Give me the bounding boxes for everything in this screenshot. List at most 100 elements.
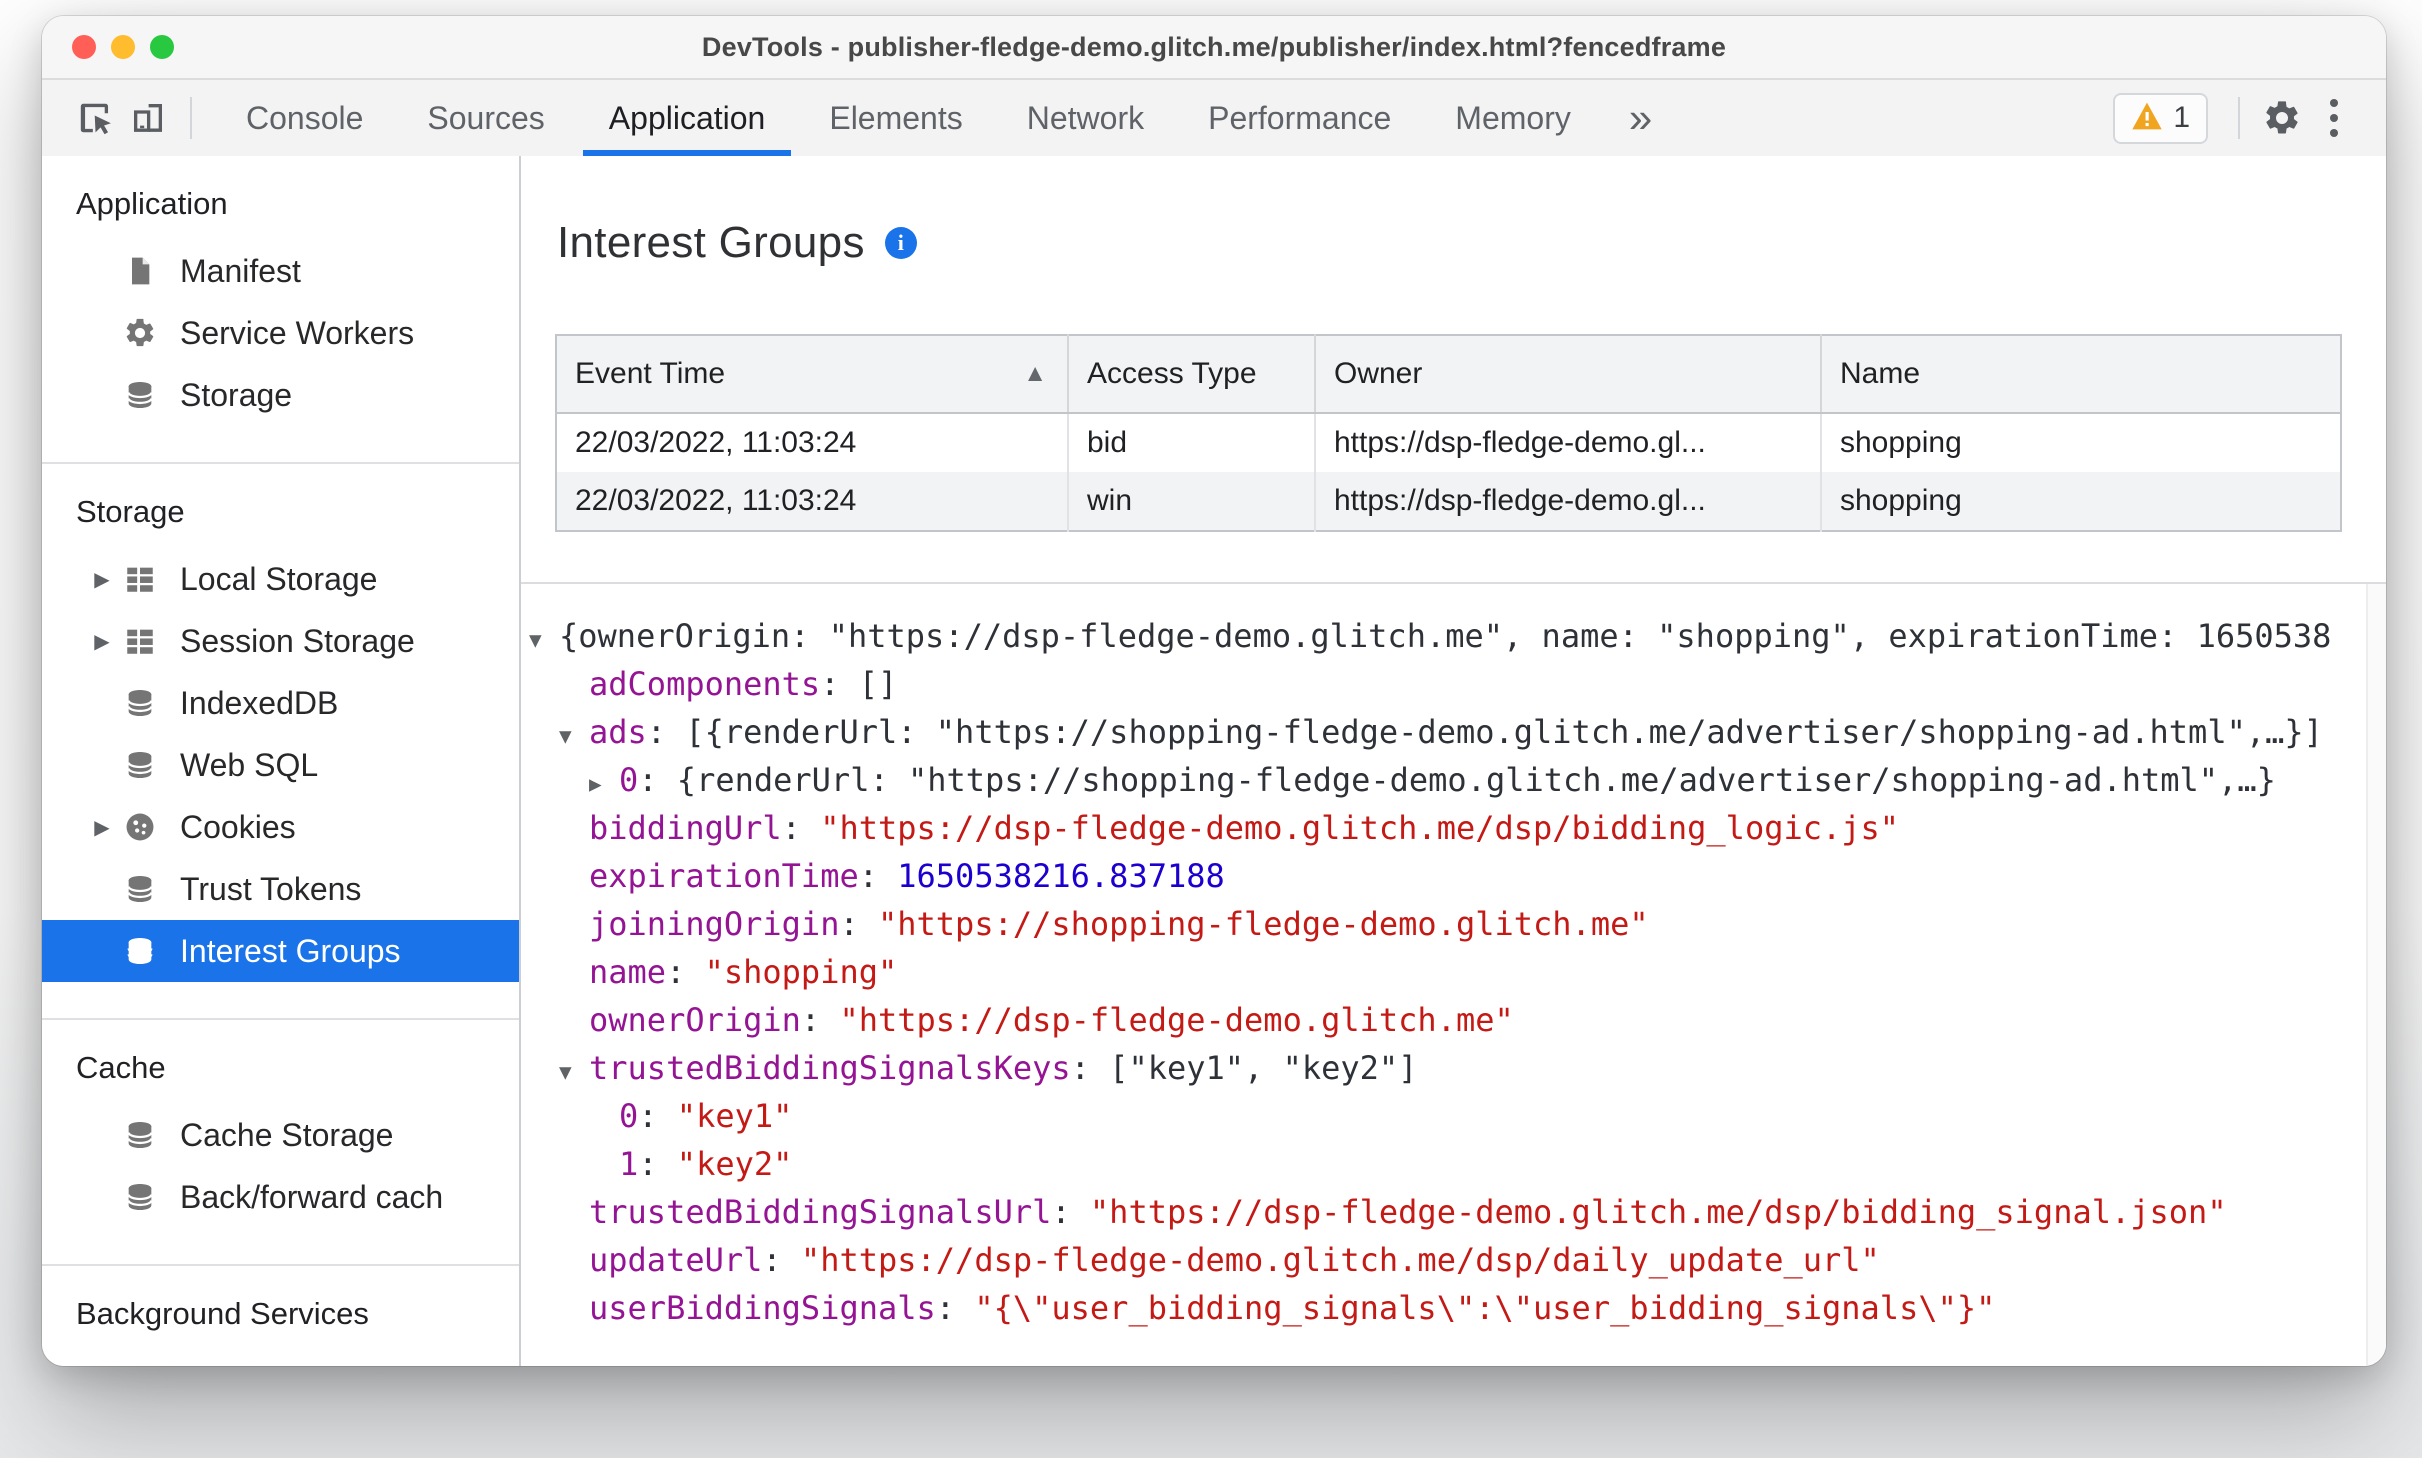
sidebar-section-background-services: Background Services Background Fetch bbox=[42, 1266, 519, 1366]
tree-row[interactable]: 0: "key1" bbox=[529, 1092, 2366, 1140]
tree-row[interactable]: updateUrl: "https://dsp-fledge-demo.glit… bbox=[529, 1236, 2366, 1284]
tab-network[interactable]: Network bbox=[995, 80, 1176, 156]
collapse-icon[interactable]: ▼ bbox=[559, 1048, 589, 1092]
tree-row[interactable]: ownerOrigin: "https://dsp-fledge-demo.gl… bbox=[529, 996, 2366, 1044]
tree-row[interactable]: name: "shopping" bbox=[529, 948, 2366, 996]
tree-text: : bbox=[638, 1145, 677, 1183]
tree-key: trustedBiddingSignalsUrl bbox=[589, 1193, 1052, 1231]
tree-row[interactable]: userBiddingSignals: "{\"user_bidding_sig… bbox=[529, 1284, 2366, 1332]
settings-gear-icon[interactable] bbox=[2256, 90, 2308, 146]
sidebar-section-title: Storage bbox=[76, 494, 185, 529]
sidebar-item-label: Session Storage bbox=[180, 622, 415, 659]
database-icon bbox=[122, 871, 158, 907]
tree-row[interactable]: biddingUrl: "https://dsp-fledge-demo.gli… bbox=[529, 804, 2366, 852]
cell-access-type: bid bbox=[1068, 413, 1316, 472]
table-row[interactable]: 22/03/2022, 11:03:24 win https://dsp-fledg… bbox=[556, 472, 2341, 531]
inspect-element-icon[interactable] bbox=[70, 90, 122, 146]
minimize-window-button[interactable] bbox=[111, 35, 135, 59]
sidebar-item-local-storage[interactable]: ▶ Local Storage bbox=[42, 548, 519, 610]
expand-arrow-icon[interactable]: ▶ bbox=[82, 567, 122, 592]
issues-badge[interactable]: 1 bbox=[2113, 92, 2208, 144]
expand-icon[interactable]: ▶ bbox=[589, 760, 619, 804]
tree-row[interactable]: ▶ 0: {renderUrl: "https://shopping-fledge… bbox=[529, 756, 2366, 804]
tab-elements[interactable]: Elements bbox=[797, 80, 994, 156]
tree-key: trustedBiddingSignalsKeys bbox=[589, 1049, 1071, 1087]
tree-value: "https://dsp-fledge-demo.glitch.me" bbox=[839, 1001, 1514, 1039]
database-icon bbox=[122, 747, 158, 783]
expand-arrow-icon[interactable]: ▶ bbox=[82, 815, 122, 840]
tree-value: "https://shopping-fledge-demo.glitch.me" bbox=[877, 905, 1649, 943]
page-title: Interest Groups bbox=[557, 218, 865, 267]
sidebar-item-trust-tokens[interactable]: Trust Tokens bbox=[42, 858, 519, 920]
tab-more-tabs[interactable]: » bbox=[1603, 80, 1678, 156]
cookie-icon bbox=[122, 809, 158, 845]
tree-key: biddingUrl bbox=[589, 809, 782, 847]
tree-value: "https://dsp-fledge-demo.glitch.me/dsp/d… bbox=[800, 1241, 1880, 1279]
tree-row[interactable]: expirationTime: 1650538216.837188 bbox=[529, 852, 2366, 900]
sidebar-item-interest-groups[interactable]: Interest Groups bbox=[42, 920, 519, 982]
cell-event-time: 22/03/2022, 11:03:24 bbox=[556, 472, 1069, 531]
interest-group-details-tree: ▼ {ownerOrigin: "https://dsp-fledge-demo.… bbox=[521, 582, 2386, 1366]
tree-row[interactable]: trustedBiddingSignalsUrl: "https://dsp-f… bbox=[529, 1188, 2366, 1236]
devtools-window: DevTools - publisher-fledge-demo.glitch.… bbox=[42, 16, 2386, 1366]
sidebar-item-background-fetch[interactable]: Background Fetch bbox=[42, 1350, 519, 1367]
warning-icon bbox=[2131, 101, 2163, 136]
close-window-button[interactable] bbox=[72, 35, 96, 59]
more-options-icon[interactable] bbox=[2308, 90, 2360, 146]
tree-scrollbar[interactable] bbox=[2366, 584, 2386, 1366]
sidebar-item-cache-storage[interactable]: Cache Storage bbox=[42, 1104, 519, 1166]
sidebar-section-application: Application Manifest Service Workers Storag… bbox=[42, 156, 519, 464]
tree-text: : bbox=[638, 1097, 677, 1135]
sidebar-item-label: Trust Tokens bbox=[180, 870, 362, 907]
tree-value: "key1" bbox=[676, 1097, 793, 1135]
sidebar-item-web-sql[interactable]: Web SQL bbox=[42, 734, 519, 796]
tree-key: userBiddingSignals bbox=[589, 1289, 936, 1327]
sidebar-item-back-forward-cach[interactable]: Back/forward cach bbox=[42, 1166, 519, 1228]
tree-key: adComponents bbox=[589, 665, 821, 703]
tree-text: : bbox=[781, 809, 821, 847]
tab-sources[interactable]: Sources bbox=[395, 80, 576, 156]
cell-name: shopping bbox=[1821, 472, 2341, 531]
tree-row[interactable]: joiningOrigin: "https://shopping-fledge-… bbox=[529, 900, 2366, 948]
tree-row[interactable]: 1: "key2" bbox=[529, 1140, 2366, 1188]
tree-row[interactable]: adComponents: [] bbox=[529, 660, 2366, 708]
tree-value: "shopping" bbox=[704, 953, 898, 991]
tree-text: : bbox=[666, 953, 705, 991]
tree-key: name bbox=[589, 953, 667, 991]
sidebar-item-session-storage[interactable]: ▶ Session Storage bbox=[42, 610, 519, 672]
device-toolbar-icon[interactable] bbox=[122, 90, 174, 146]
sidebar-item-storage[interactable]: Storage bbox=[42, 364, 519, 426]
fullscreen-window-button[interactable] bbox=[150, 35, 174, 59]
tree-text: : bbox=[762, 1241, 801, 1279]
tab-console[interactable]: Console bbox=[214, 80, 395, 156]
table-row[interactable]: 22/03/2022, 11:03:24 bid https://dsp-fledg… bbox=[556, 413, 2341, 472]
expand-arrow-icon[interactable]: ▶ bbox=[82, 629, 122, 654]
sidebar-item-cookies[interactable]: ▶ Cookies bbox=[42, 796, 519, 858]
cell-name: shopping bbox=[1840, 426, 1962, 459]
tree-value: 1650538216.837188 bbox=[897, 857, 1225, 895]
column-header-access-type[interactable]: Access Type bbox=[1068, 335, 1316, 414]
column-header-owner[interactable]: Owner bbox=[1315, 335, 1822, 414]
tree-row[interactable]: ▼ ads: [{renderUrl: "https://shopping-fle… bbox=[529, 708, 2366, 756]
tree-key: joiningOrigin bbox=[589, 905, 840, 943]
toolbar-right: 1 bbox=[2113, 90, 2386, 146]
tab-performance[interactable]: Performance bbox=[1176, 80, 1423, 156]
info-icon[interactable]: i bbox=[884, 227, 917, 259]
database-icon bbox=[122, 377, 158, 413]
database-icon bbox=[122, 933, 158, 969]
tree-text: : bbox=[858, 857, 898, 895]
sidebar-item-service-workers[interactable]: Service Workers bbox=[42, 302, 519, 364]
sidebar-item-label: Cache Storage bbox=[180, 1116, 394, 1153]
column-header-event-time[interactable]: Event Time ▲ bbox=[556, 335, 1069, 414]
sidebar-item-manifest[interactable]: Manifest bbox=[42, 240, 519, 302]
column-header-name[interactable]: Name bbox=[1821, 335, 2341, 414]
tree-row[interactable]: ▼ {ownerOrigin: "https://dsp-fledge-demo.… bbox=[529, 612, 2366, 660]
tab-application[interactable]: Application bbox=[577, 80, 798, 156]
collapse-icon[interactable]: ▼ bbox=[559, 712, 589, 756]
tree-row[interactable]: ▼ trustedBiddingSignalsKeys: ["key1", "ke… bbox=[529, 1044, 2366, 1092]
collapse-icon[interactable]: ▼ bbox=[529, 616, 559, 660]
tree-text: : bbox=[1051, 1193, 1090, 1231]
sidebar-item-indexeddb[interactable]: IndexedDB bbox=[42, 672, 519, 734]
tab-memory[interactable]: Memory bbox=[1423, 80, 1603, 156]
sidebar-item-label: Manifest bbox=[180, 252, 301, 289]
